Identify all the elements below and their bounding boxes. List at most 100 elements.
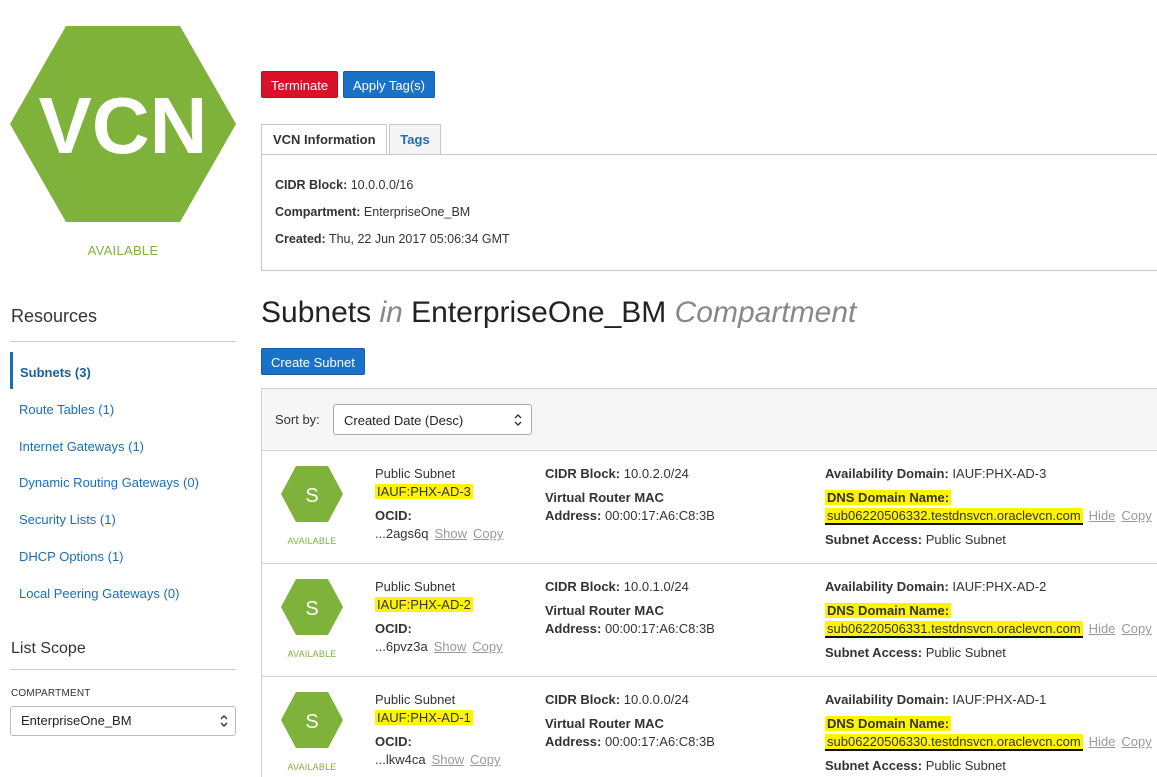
ad-label: Availability Domain: — [825, 692, 949, 707]
address-label: Address: — [545, 621, 602, 636]
ocid-value: ...2ags6q — [375, 526, 429, 541]
mac-value: 00:00:17:A6:C8:3B — [604, 734, 715, 749]
subnet-network-column: CIDR Block: 10.0.0.0/24 Virtual Router M… — [545, 691, 715, 751]
dns-value: sub06220506332.testdnsvcn.oraclevcn.com — [825, 508, 1083, 525]
info-cidr-value: 10.0.0.0/16 — [350, 178, 414, 192]
ocid-label: OCID: — [375, 621, 412, 636]
list-scope-divider — [10, 669, 236, 670]
tab-vcn-information[interactable]: VCN Information — [261, 124, 387, 155]
vcn-info-panel: CIDR Block: 10.0.0.0/16 Compartment: Ent… — [261, 154, 1157, 271]
cidr-value: 10.0.2.0/24 — [623, 466, 689, 481]
info-compartment: Compartment: EnterpriseOne_BM — [275, 205, 470, 219]
ocid-copy-link[interactable]: Copy — [470, 752, 500, 767]
address-label: Address: — [545, 508, 602, 523]
subnet-name-column: Public Subnet IAUF:PHX-AD-3 OCID: ...2ag… — [375, 465, 503, 543]
sort-select-value: Created Date (Desc) — [344, 413, 464, 428]
subnet-name-column: Public Subnet IAUF:PHX-AD-2 OCID: ...6pv… — [375, 578, 503, 656]
cidr-label: CIDR Block: — [545, 579, 621, 594]
resource-item-internet-gateways[interactable]: Internet Gateways (1) — [10, 426, 236, 463]
access-value: Public Subnet — [925, 532, 1006, 547]
resource-item-security-lists[interactable]: Security Lists (1) — [10, 499, 236, 536]
subnet-icon-text: S — [305, 711, 318, 733]
dns-value: sub06220506330.testdnsvcn.oraclevcn.com — [825, 734, 1083, 751]
subnet-ad-tag: IAUF:PHX-AD-1 — [375, 710, 473, 725]
ocid-copy-link[interactable]: Copy — [473, 526, 503, 541]
subnet-dns-column: Availability Domain: IAUF:PHX-AD-3 DNS D… — [825, 465, 1152, 549]
vcn-hexagon-icon: VCN — [10, 26, 236, 222]
access-label: Subnet Access: — [825, 645, 923, 660]
vr-mac-label: Virtual Router MAC — [545, 716, 664, 731]
vr-mac-label: Virtual Router MAC — [545, 603, 664, 618]
dns-label: DNS Domain Name: — [825, 603, 952, 618]
title-compartment-word: Compartment — [674, 296, 857, 329]
ocid-show-link[interactable]: Show — [435, 526, 468, 541]
subnet-ad-tag: IAUF:PHX-AD-3 — [375, 484, 473, 499]
subnet-network-column: CIDR Block: 10.0.1.0/24 Virtual Router M… — [545, 578, 715, 638]
ocid-value: ...lkw4ca — [375, 752, 426, 767]
dns-copy-link[interactable]: Copy — [1121, 508, 1151, 523]
ad-label: Availability Domain: — [825, 579, 949, 594]
select-caret-icon — [220, 715, 228, 727]
ocid-show-link[interactable]: Show — [432, 752, 465, 767]
create-subnet-button[interactable]: Create Subnet — [261, 348, 365, 375]
resource-item-local-peering-gateways[interactable]: Local Peering Gateways (0) — [10, 573, 236, 610]
subnet-status: AVAILABLE — [287, 762, 337, 772]
ad-value: IAUF:PHX-AD-3 — [952, 466, 1047, 481]
resources-title: Resources — [11, 306, 98, 326]
redacted-area — [4, 748, 194, 777]
select-caret-icon — [514, 414, 522, 426]
page-title: Subnets in EnterpriseOne_BM Compartment — [261, 296, 856, 330]
title-in: in — [379, 296, 403, 329]
resource-item-dynamic-routing-gateways[interactable]: Dynamic Routing Gateways (0) — [10, 462, 236, 499]
sort-select[interactable]: Created Date (Desc) — [333, 404, 532, 435]
address-label: Address: — [545, 734, 602, 749]
dns-label: DNS Domain Name: — [825, 490, 952, 505]
redacted-area — [240, 4, 418, 60]
cidr-value: 10.0.0.0/24 — [623, 692, 689, 707]
dns-hide-link[interactable]: Hide — [1089, 734, 1116, 749]
ocid-label: OCID: — [375, 508, 412, 523]
info-created: Created: Thu, 22 Jun 2017 05:06:34 GMT — [275, 232, 510, 246]
ocid-copy-link[interactable]: Copy — [472, 639, 502, 654]
subnet-status: AVAILABLE — [287, 649, 337, 659]
vr-mac-label: Virtual Router MAC — [545, 490, 664, 505]
dns-hide-link[interactable]: Hide — [1089, 508, 1116, 523]
subnet-hexagon-icon: S — [281, 579, 343, 635]
subnet-hexagon-icon: S — [281, 466, 343, 522]
ad-value: IAUF:PHX-AD-1 — [952, 692, 1047, 707]
info-cidr: CIDR Block: 10.0.0.0/16 — [275, 178, 413, 192]
ocid-show-link[interactable]: Show — [434, 639, 467, 654]
apply-tags-button[interactable]: Apply Tag(s) — [343, 71, 436, 98]
terminate-button[interactable]: Terminate — [261, 71, 339, 98]
compartment-select[interactable]: EnterpriseOne_BM — [10, 706, 236, 736]
resource-item-subnets[interactable]: Subnets (3) — [10, 352, 236, 389]
tab-tags[interactable]: Tags — [389, 124, 441, 155]
dns-copy-link[interactable]: Copy — [1121, 621, 1151, 636]
subnet-network-column: CIDR Block: 10.0.2.0/24 Virtual Router M… — [545, 465, 715, 525]
subnet-hexagon-icon: S — [281, 692, 343, 748]
resources-divider — [10, 341, 236, 342]
dns-hide-link[interactable]: Hide — [1089, 621, 1116, 636]
info-compartment-value: EnterpriseOne_BM — [363, 205, 471, 219]
ad-value: IAUF:PHX-AD-2 — [952, 579, 1047, 594]
subnet-row: S AVAILABLE Public Subnet IAUF:PHX-AD-1 … — [262, 676, 1157, 777]
info-created-value: Thu, 22 Jun 2017 05:06:34 GMT — [328, 232, 510, 246]
list-scope-title: List Scope — [11, 640, 86, 657]
mac-value: 00:00:17:A6:C8:3B — [604, 621, 715, 636]
vcn-status: AVAILABLE — [87, 243, 159, 258]
dns-copy-link[interactable]: Copy — [1121, 734, 1151, 749]
compartment-select-value: EnterpriseOne_BM — [21, 713, 132, 728]
dns-value: sub06220506331.testdnsvcn.oraclevcn.com — [825, 621, 1083, 638]
info-created-label: Created: — [275, 232, 326, 246]
resource-item-dhcp-options[interactable]: DHCP Options (1) — [10, 536, 236, 573]
info-cidr-label: CIDR Block: — [275, 178, 348, 192]
sort-label: Sort by: — [275, 412, 320, 427]
subnet-icon-text: S — [305, 598, 318, 620]
subnet-row: S AVAILABLE Public Subnet IAUF:PHX-AD-2 … — [262, 563, 1157, 675]
mac-value: 00:00:17:A6:C8:3B — [604, 508, 715, 523]
resource-item-route-tables[interactable]: Route Tables (1) — [10, 389, 236, 426]
access-label: Subnet Access: — [825, 532, 923, 547]
compartment-label: COMPARTMENT — [11, 688, 91, 699]
access-value: Public Subnet — [925, 645, 1006, 660]
subnet-dns-column: Availability Domain: IAUF:PHX-AD-1 DNS D… — [825, 691, 1152, 775]
